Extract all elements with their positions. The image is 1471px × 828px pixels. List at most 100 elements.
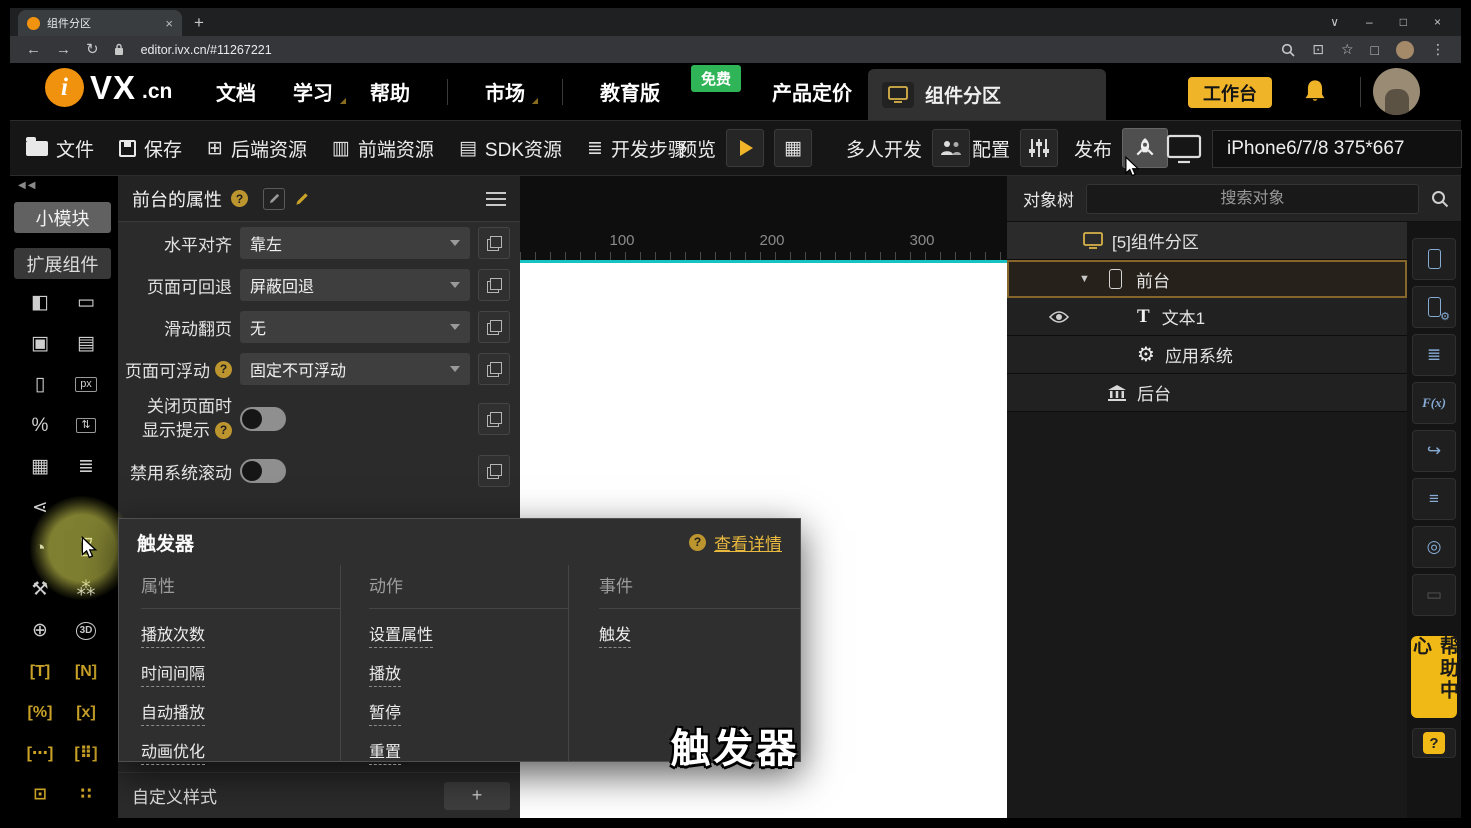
sdk-res-button[interactable]: ▤ SDK资源: [459, 135, 562, 162]
timer-icon[interactable]: ◔: [34, 539, 45, 558]
boolean-var-icon[interactable]: [%]: [28, 704, 53, 721]
browser-tab[interactable]: 组件分区 ×: [18, 10, 182, 36]
bell-icon[interactable]: [1303, 78, 1327, 109]
cluster-icon[interactable]: ∷: [80, 786, 91, 803]
steering-icon[interactable]: ⊕: [32, 621, 48, 640]
window-menu-icon[interactable]: ∨: [1330, 15, 1339, 29]
help-icon[interactable]: ?: [689, 533, 706, 551]
tree-item-text1[interactable]: T 文本1: [1007, 298, 1407, 336]
back-icon[interactable]: ←: [26, 42, 41, 57]
layers-button[interactable]: ≡: [1412, 478, 1456, 520]
bookmark-star-icon[interactable]: ☆: [1341, 41, 1354, 58]
tree-list-icon[interactable]: ≣: [78, 457, 94, 476]
help-icon[interactable]: ?: [215, 360, 232, 378]
zoom-icon[interactable]: [1281, 43, 1295, 57]
phone-config-button[interactable]: ⚙: [1412, 286, 1456, 328]
threed-icon[interactable]: 3D: [75, 621, 97, 640]
popup-item-reset[interactable]: 重置: [369, 738, 402, 765]
qr-code-button[interactable]: ▦: [774, 129, 813, 167]
project-tab[interactable]: 组件分区: [868, 69, 1106, 120]
array-var-icon[interactable]: [⋯]: [27, 745, 54, 762]
panel-button[interactable]: ▭: [1412, 574, 1456, 616]
mobile-icon[interactable]: ▯: [35, 375, 45, 394]
config-button[interactable]: [1020, 129, 1059, 167]
swipe-select[interactable]: 无: [240, 311, 470, 343]
multi-dev-button[interactable]: [932, 129, 971, 167]
url-text[interactable]: editor.ivx.cn/#11267221: [141, 43, 272, 57]
eye-icon[interactable]: [1049, 310, 1069, 324]
workbench-icon[interactable]: ⚒: [31, 580, 48, 599]
pixel-icon[interactable]: px: [75, 377, 97, 392]
copy-property-button[interactable]: [478, 227, 510, 259]
small-module-button[interactable]: 小模块: [14, 202, 111, 233]
help-icon[interactable]: ?: [231, 190, 248, 207]
tab-close-icon[interactable]: ×: [165, 17, 173, 30]
browser-window-icon[interactable]: □: [1371, 42, 1379, 58]
popup-item-set-props[interactable]: 设置属性: [369, 621, 434, 648]
dev-steps-button[interactable]: ≣ 开发步骤: [587, 135, 687, 162]
browser-menu-icon[interactable]: ⋮: [1431, 41, 1445, 58]
help-icon[interactable]: ?: [215, 422, 232, 440]
copy-property-button[interactable]: [478, 269, 510, 301]
nav-docs[interactable]: 文档: [216, 77, 256, 106]
system-scroll-toggle[interactable]: [240, 459, 286, 483]
user-avatar[interactable]: [1373, 68, 1420, 115]
help-question-button[interactable]: ?: [1412, 728, 1456, 758]
object-var-icon[interactable]: [⠿]: [74, 745, 97, 762]
workbench-button[interactable]: 工作台: [1188, 77, 1272, 108]
edit-icon[interactable]: [263, 187, 285, 210]
popup-item-pause[interactable]: 暂停: [369, 699, 402, 726]
phone-preview-button[interactable]: [1412, 238, 1456, 280]
exit-button[interactable]: ↪: [1412, 430, 1456, 472]
file-button[interactable]: 文件: [26, 135, 94, 162]
node-link-icon[interactable]: ⋖: [32, 498, 48, 517]
keyboard-icon[interactable]: ▤: [77, 334, 95, 353]
add-style-button[interactable]: +: [444, 781, 510, 810]
popup-item-play-count[interactable]: 播放次数: [141, 621, 206, 648]
media-clip-icon[interactable]: ◧: [31, 293, 49, 312]
copy-property-button[interactable]: [478, 353, 510, 385]
media-bar-icon[interactable]: ▭: [77, 293, 95, 312]
search-input[interactable]: [1086, 183, 1419, 214]
number-var-icon[interactable]: [N]: [75, 663, 97, 680]
new-tab-icon[interactable]: +: [194, 14, 204, 31]
tree-item-app-system[interactable]: ⚙ 应用系统: [1007, 336, 1407, 374]
gauge-button[interactable]: ◎: [1412, 526, 1456, 568]
device-selector[interactable]: iPhone6/7/8 375*667: [1212, 130, 1462, 168]
edit-gold-icon[interactable]: [294, 191, 310, 207]
halign-select[interactable]: 靠左: [240, 227, 470, 259]
resources-button[interactable]: ≣: [1412, 334, 1456, 376]
pageback-select[interactable]: 屏蔽回退: [240, 269, 470, 301]
copy-property-button[interactable]: [478, 455, 510, 487]
nav-education[interactable]: 教育版: [600, 77, 660, 106]
help-center-button[interactable]: 帮助中心: [1410, 636, 1458, 718]
nav-help[interactable]: 帮助: [370, 77, 410, 106]
tree-item-component-area[interactable]: [5]组件分区: [1007, 222, 1407, 260]
install-icon[interactable]: ⊡: [1312, 41, 1324, 58]
package-icon[interactable]: ⊡: [33, 786, 46, 803]
tree-item-frontend[interactable]: ▼ 前台: [1007, 260, 1407, 298]
float-select[interactable]: 固定不可浮动: [240, 353, 470, 385]
window-close-icon[interactable]: ×: [1434, 15, 1441, 29]
search-icon[interactable]: [1419, 190, 1461, 208]
refresh-icon[interactable]: ↻: [86, 42, 99, 57]
close-prompt-toggle[interactable]: [240, 407, 286, 431]
view-details-link[interactable]: 查看详情: [714, 530, 782, 555]
percent-icon[interactable]: %: [32, 416, 49, 435]
popup-item-autoplay[interactable]: 自动播放: [141, 699, 206, 726]
copy-property-button[interactable]: [478, 403, 510, 435]
device-monitor-icon[interactable]: [1166, 134, 1202, 169]
v-slider-icon[interactable]: ⇅: [76, 418, 96, 433]
extended-components-button[interactable]: 扩展组件: [14, 248, 111, 279]
minimize-icon[interactable]: –: [1366, 15, 1373, 29]
expression-var-icon[interactable]: [x]: [76, 704, 96, 721]
nav-market[interactable]: 市场 ◢: [485, 77, 538, 106]
preview-play-button[interactable]: [726, 129, 765, 167]
popup-item-trigger[interactable]: 触发: [599, 621, 632, 648]
frontend-res-button[interactable]: ▥ 前端资源: [332, 135, 434, 162]
tree-item-backend[interactable]: 后台: [1007, 374, 1407, 412]
table-icon[interactable]: ▦: [31, 457, 49, 476]
maximize-icon[interactable]: □: [1400, 15, 1407, 29]
copy-property-button[interactable]: [478, 311, 510, 343]
ivx-logo[interactable]: i VX .cn: [45, 68, 172, 107]
